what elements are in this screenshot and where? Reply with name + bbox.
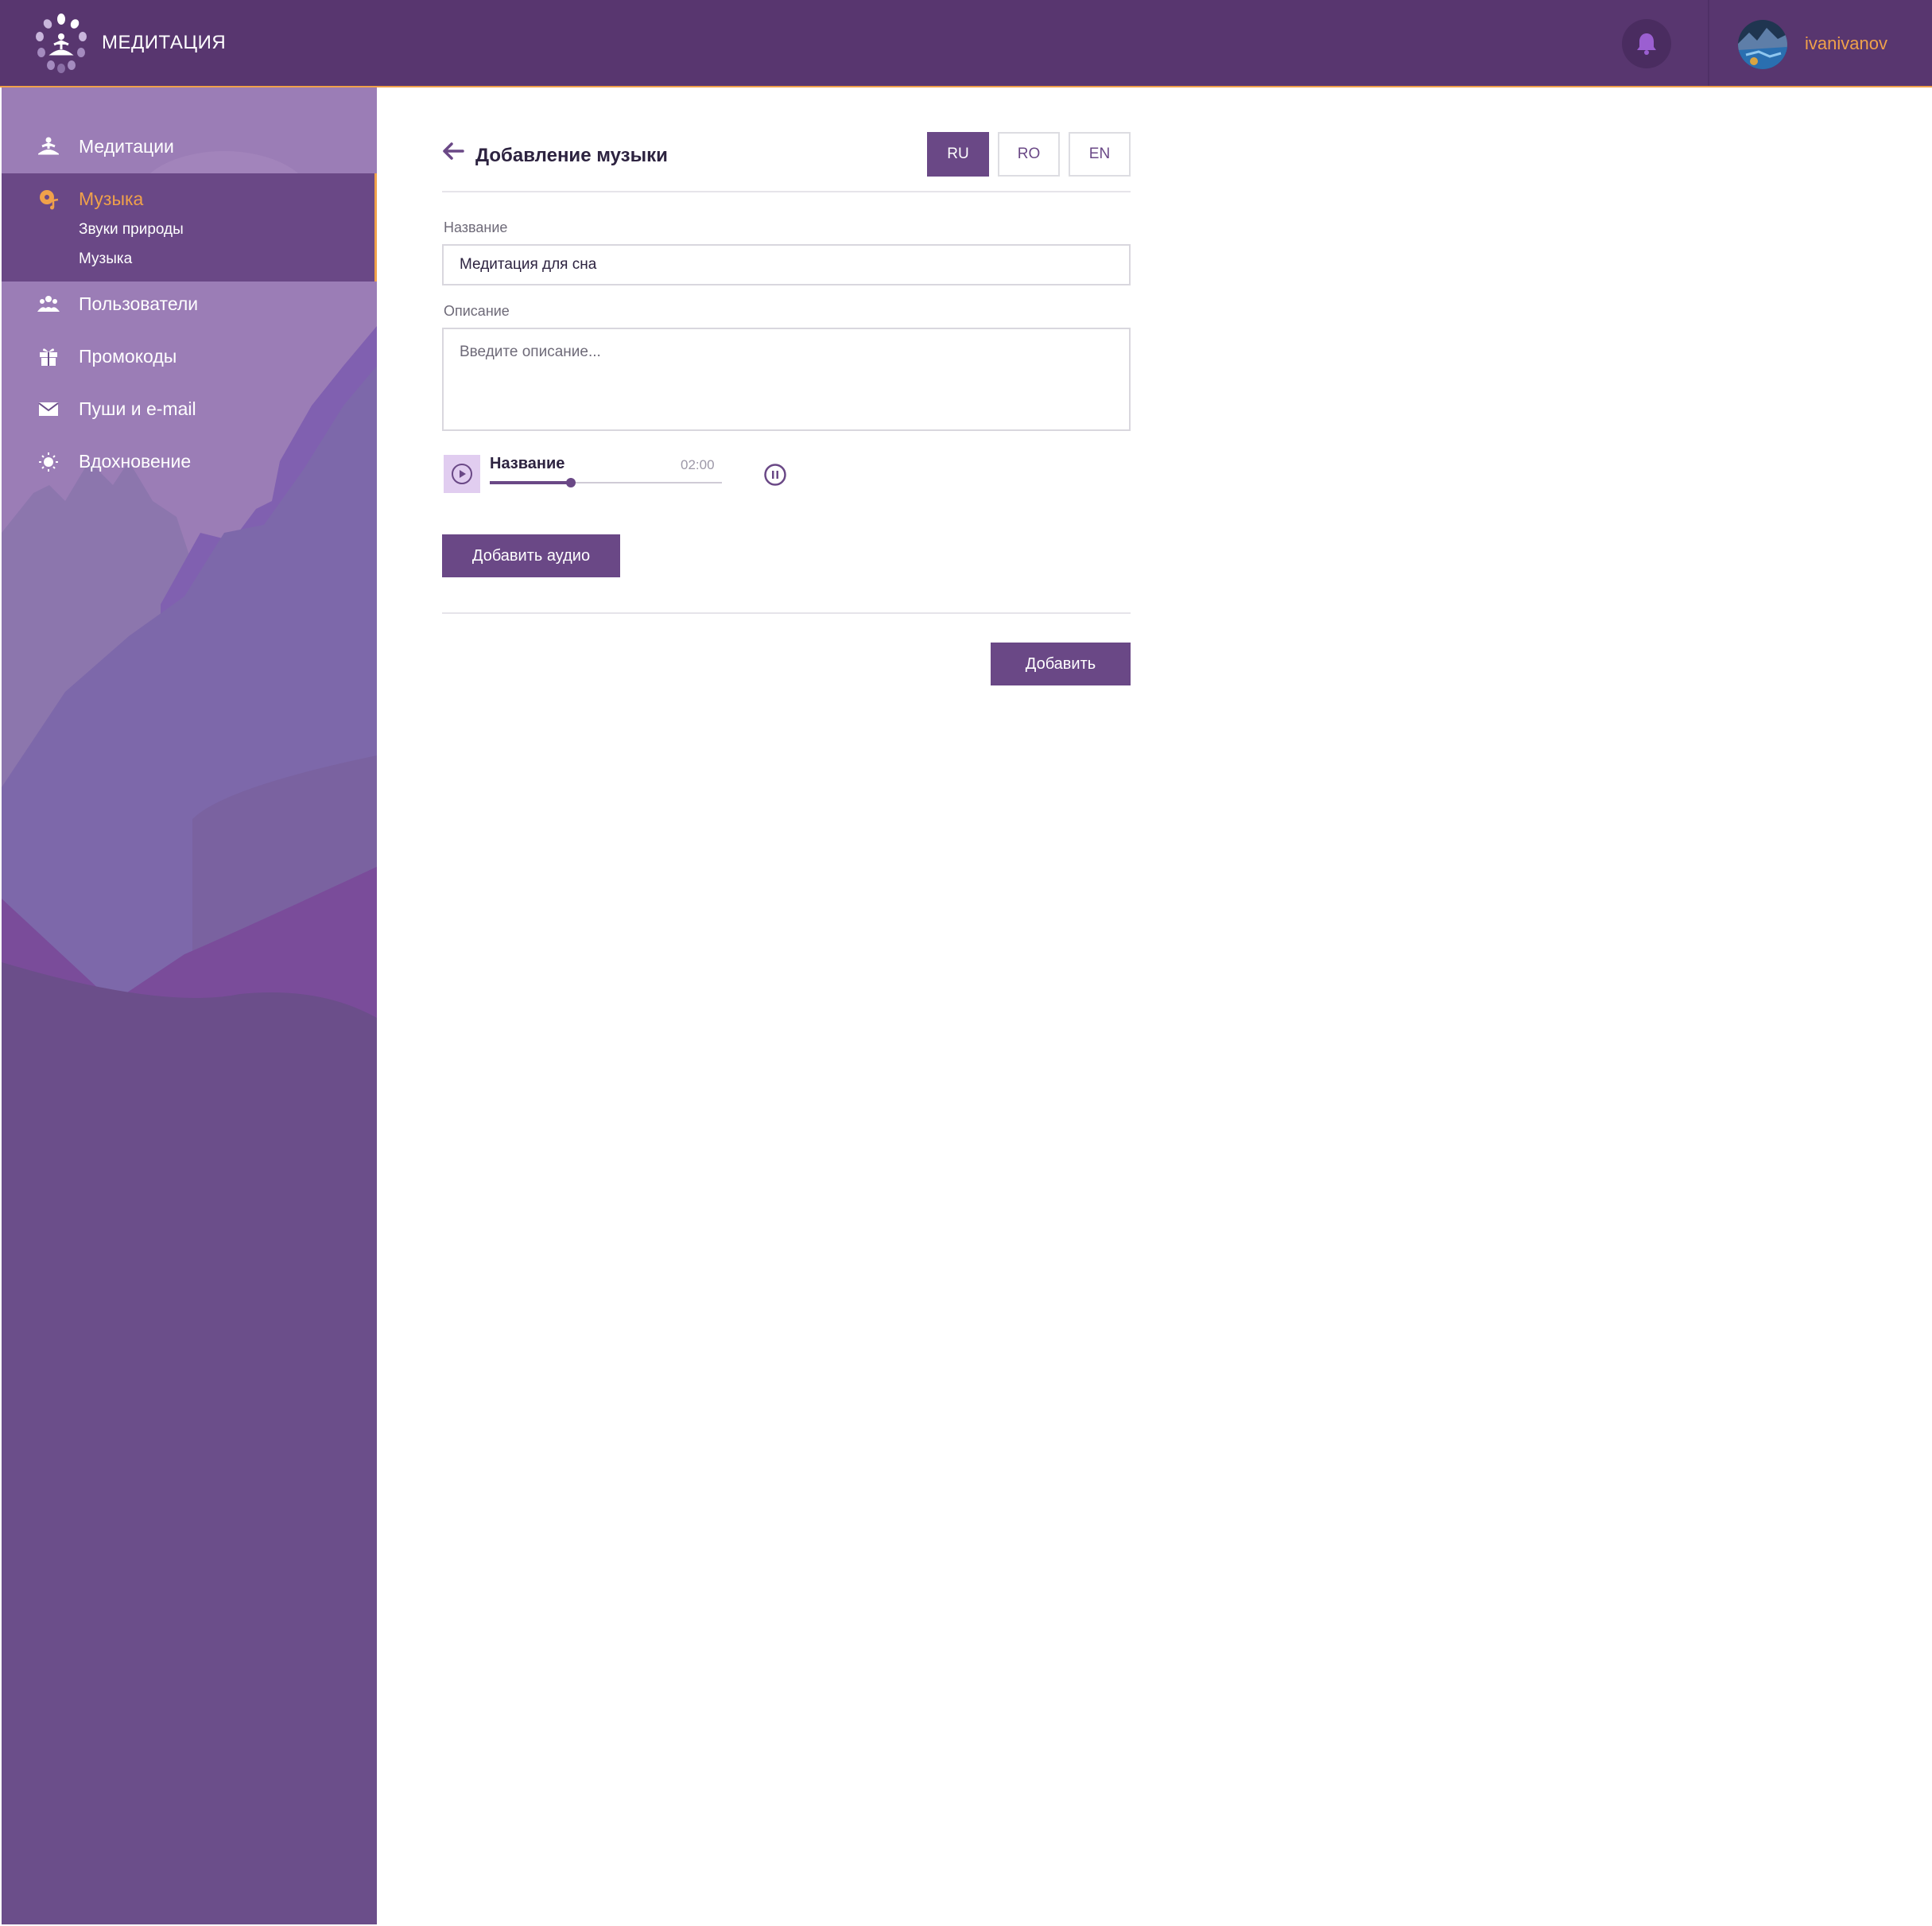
name-label: Название <box>444 219 508 235</box>
audio-play-button[interactable] <box>444 455 480 493</box>
sidebar-item-label: Вдохновение <box>79 450 192 472</box>
description-label: Описание <box>444 303 510 319</box>
sidebar-item-label: Медитации <box>79 135 174 157</box>
audio-progress-handle[interactable] <box>566 478 576 487</box>
audio-track-duration: 02:00 <box>681 457 715 472</box>
music-icon <box>37 187 60 211</box>
sidebar-subitem-nature-sounds[interactable]: Звуки природы <box>79 221 184 239</box>
bell-icon <box>1637 33 1656 55</box>
audio-progress-bar[interactable] <box>490 478 722 487</box>
audio-track-title: Название <box>490 455 565 472</box>
sidebar-item-meditations[interactable]: Медитации <box>2 122 377 170</box>
footer-divider-line <box>442 612 1131 614</box>
pause-icon[interactable] <box>763 463 787 487</box>
header-divider-line <box>442 191 1131 192</box>
name-input[interactable]: Медитация для сна <box>442 244 1131 285</box>
description-textarea[interactable]: Введите описание... <box>442 328 1131 431</box>
back-arrow-icon[interactable] <box>442 142 464 161</box>
meditation-icon <box>37 134 60 158</box>
brand-name: МЕДИТАЦИЯ <box>102 32 227 53</box>
sidebar-item-users[interactable]: Пользователи <box>2 280 377 328</box>
submit-button[interactable]: Добавить <box>991 643 1131 685</box>
add-audio-button[interactable]: Добавить аудио <box>442 534 620 577</box>
sidebar-item-inspiration[interactable]: Вдохновение <box>2 437 377 485</box>
sidebar-item-label: Музыка <box>79 188 144 209</box>
audio-progress-fill <box>490 481 572 484</box>
users-icon <box>37 292 60 316</box>
avatar[interactable] <box>1738 20 1787 69</box>
gift-icon <box>37 344 60 368</box>
sidebar-item-music[interactable]: Музыка <box>2 175 377 223</box>
header-divider <box>1708 0 1709 86</box>
sidebar-item-label: Пользователи <box>79 293 199 314</box>
sidebar-item-promocodes[interactable]: Промокоды <box>2 332 377 380</box>
sun-icon <box>37 449 60 473</box>
sidebar-item-label: Пуши и e-mail <box>79 398 196 419</box>
language-tab-ru[interactable]: RU <box>927 132 989 177</box>
language-tab-en[interactable]: EN <box>1069 132 1131 177</box>
username[interactable]: ivanivanov <box>1805 33 1887 54</box>
mail-icon <box>37 397 60 421</box>
sidebar: Медитации Музыка Звуки природы Музыка По… <box>2 87 377 1924</box>
play-icon <box>452 464 472 484</box>
sidebar-item-label: Промокоды <box>79 345 177 367</box>
top-header: МЕДИТАЦИЯ ivanivanov <box>0 0 1932 87</box>
language-tab-ro[interactable]: RO <box>998 132 1060 177</box>
page-title: Добавление музыки <box>475 145 668 166</box>
sidebar-subitem-music[interactable]: Музыка <box>79 250 132 268</box>
sidebar-item-push-email[interactable]: Пуши и e-mail <box>2 385 377 433</box>
meditation-logo-icon[interactable] <box>30 13 92 75</box>
notifications-button[interactable] <box>1622 19 1671 68</box>
